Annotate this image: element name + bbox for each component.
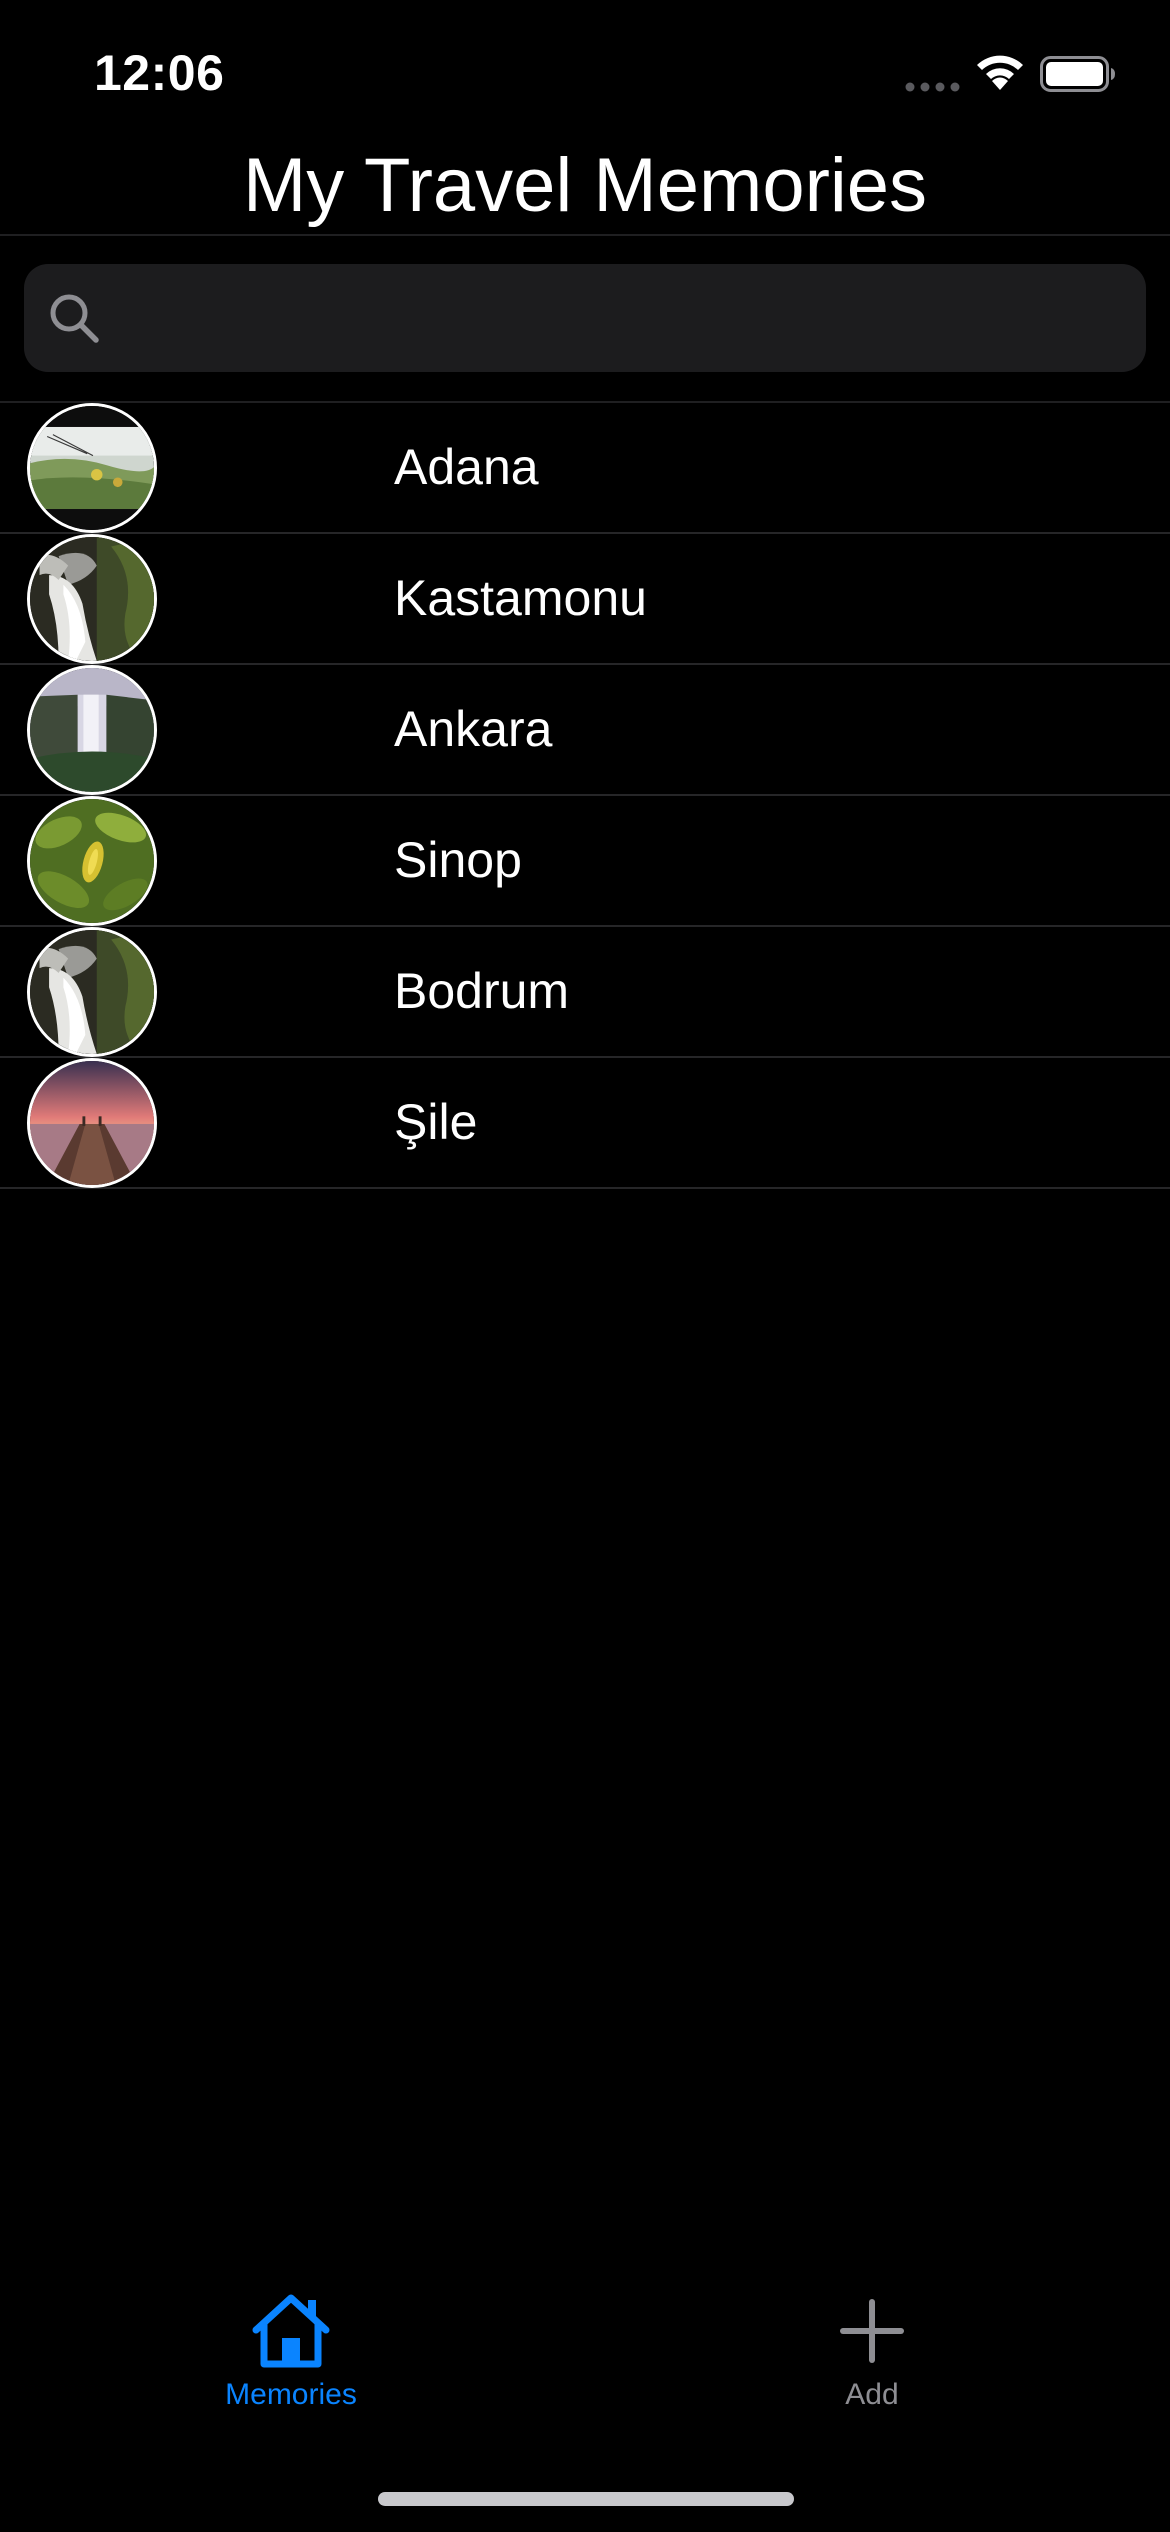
wifi-icon	[977, 55, 1023, 90]
tab-add-label: Add	[845, 2378, 899, 2411]
meadow-photo	[27, 403, 157, 533]
list-item[interactable]: Şile	[0, 1058, 1170, 1189]
waterfall-bw-photo	[27, 534, 157, 664]
nav-divider	[0, 234, 1170, 236]
list-item-label: Adana	[394, 439, 539, 495]
house-icon	[252, 2294, 330, 2368]
status-time: 12:06	[94, 45, 225, 101]
list-item-label: Sinop	[394, 832, 522, 888]
memories-list: Adana Kastamonu Ankara Sinop Bodrum Şile	[0, 403, 1170, 1189]
tab-memories[interactable]: Memories	[141, 2290, 441, 2430]
search-icon	[50, 294, 99, 343]
list-item[interactable]: Bodrum	[0, 927, 1170, 1058]
list-item-label: Şile	[394, 1094, 478, 1150]
tab-memories-label: Memories	[225, 2378, 357, 2411]
green-leaves-photo	[27, 796, 157, 926]
list-item[interactable]: Adana	[0, 403, 1170, 534]
page-title: My Travel Memories	[242, 143, 928, 228]
search-input[interactable]	[120, 264, 1120, 372]
waterfall-bw-photo	[27, 927, 157, 1057]
battery-icon	[1040, 56, 1115, 92]
list-item[interactable]: Ankara	[0, 665, 1170, 796]
pier-sunset-photo	[27, 1058, 157, 1188]
search-bar[interactable]	[24, 264, 1146, 372]
signal-dots-icon	[905, 82, 960, 92]
tab-add[interactable]: Add	[722, 2290, 1022, 2430]
status-bar: 12:06	[0, 0, 1170, 140]
list-item-label: Kastamonu	[394, 570, 647, 626]
canyon-waterfall-photo	[27, 665, 157, 795]
plus-icon	[840, 2299, 904, 2363]
home-indicator[interactable]	[378, 2492, 794, 2506]
list-item[interactable]: Kastamonu	[0, 534, 1170, 665]
list-item-label: Bodrum	[394, 963, 570, 1019]
list-item-label: Ankara	[394, 701, 553, 757]
list-item[interactable]: Sinop	[0, 796, 1170, 927]
